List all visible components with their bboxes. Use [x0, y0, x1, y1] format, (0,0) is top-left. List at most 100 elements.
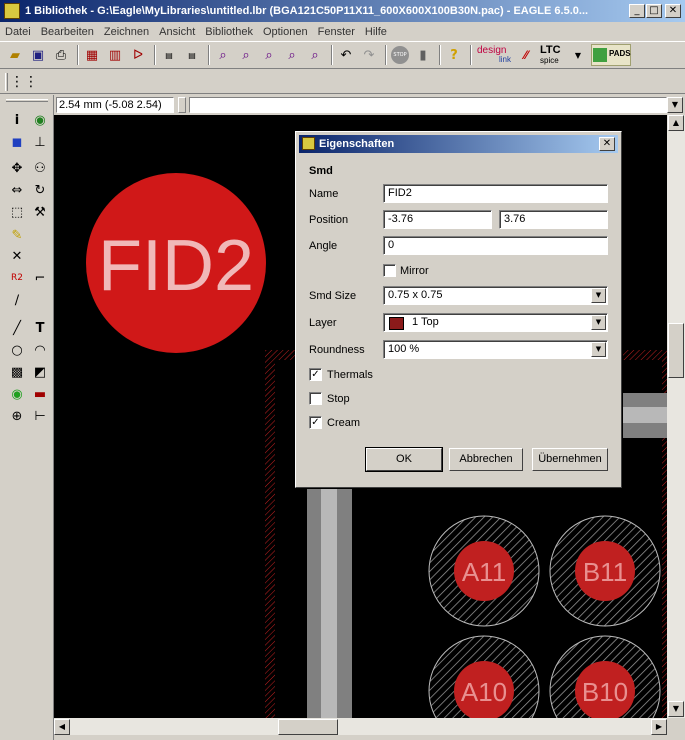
thermals-checkbox[interactable]: ✓: [309, 368, 322, 381]
script-icon[interactable]: ▤: [159, 45, 179, 65]
layer-dropdown-arrow-icon[interactable]: ▼: [591, 315, 606, 330]
silk-bar-right-highlight: [622, 407, 667, 423]
cancel-button[interactable]: Abbrechen: [449, 448, 523, 471]
roundness-dropdown-arrow-icon[interactable]: ▼: [591, 342, 606, 357]
delete-icon[interactable]: ✕: [8, 247, 26, 265]
stop-icon[interactable]: STOP: [390, 45, 410, 65]
grid-icon[interactable]: ⋮⋮: [10, 72, 38, 92]
layer-select[interactable]: 1 Top ▼: [383, 313, 608, 332]
cream-checkbox[interactable]: ✓: [309, 416, 322, 429]
arc-icon[interactable]: ◠: [31, 341, 49, 359]
mark-icon[interactable]: ⊥: [31, 133, 49, 151]
horizontal-scroll-thumb[interactable]: [278, 719, 338, 735]
menu-bibliothek[interactable]: Bibliothek: [200, 26, 258, 38]
dialog-title-bar[interactable]: Eigenschaften ✕: [299, 135, 618, 153]
mirror-checkbox[interactable]: [383, 264, 396, 277]
change-icon[interactable]: ⚒: [31, 203, 49, 221]
apply-button[interactable]: Übernehmen: [532, 448, 608, 471]
mirror-icon[interactable]: ⇔: [8, 181, 26, 199]
gate-icon[interactable]: ᐅ: [128, 45, 148, 65]
scroll-down-arrow-icon[interactable]: ▼: [668, 701, 684, 717]
ok-button[interactable]: OK: [365, 447, 443, 472]
position-x-field[interactable]: -3.76: [383, 210, 492, 229]
name-field[interactable]: FID2: [383, 184, 608, 203]
hole-icon[interactable]: ⊕: [8, 407, 26, 425]
text-icon[interactable]: T: [31, 319, 49, 337]
eagle-main-window: 1 Bibliothek - G:\Eagle\MyLibraries\unti…: [0, 0, 685, 740]
smd-icon[interactable]: ▬: [31, 385, 49, 403]
show-icon[interactable]: ◉: [31, 111, 49, 129]
wire-icon[interactable]: ╱: [8, 319, 26, 337]
title-bar[interactable]: 1 Bibliothek - G:\Eagle\MyLibraries\unti…: [0, 0, 685, 22]
designlink-button[interactable]: design link: [475, 44, 519, 66]
cmd-splitter[interactable]: [178, 97, 186, 113]
pads-button[interactable]: PADS: [591, 44, 631, 66]
smd-size-label: Smd Size: [309, 290, 357, 302]
scroll-up-arrow-icon[interactable]: ▲: [668, 115, 684, 131]
position-y-field[interactable]: 3.76: [499, 210, 608, 229]
name-value-icon[interactable]: R2: [8, 269, 26, 287]
size-grip[interactable]: [667, 718, 685, 735]
redo-icon[interactable]: ↷: [359, 45, 379, 65]
close-button[interactable]: ✕: [665, 4, 681, 18]
toolbar-separator: [439, 45, 441, 65]
paste-icon[interactable]: ✎: [8, 226, 26, 244]
command-input[interactable]: [189, 97, 667, 113]
minimize-button[interactable]: _: [629, 4, 645, 18]
eagle-app-icon: [4, 3, 20, 19]
ulp-icon[interactable]: ▤: [182, 45, 202, 65]
command-dropdown-arrow-icon[interactable]: ▼: [667, 97, 683, 113]
copy-icon[interactable]: ⚇: [31, 159, 49, 177]
horizontal-scrollbar[interactable]: ◀ ▶: [54, 718, 667, 735]
menu-ansicht[interactable]: Ansicht: [154, 26, 200, 38]
roundness-select[interactable]: 100 % ▼: [383, 340, 608, 359]
undo-icon[interactable]: ↶: [336, 45, 356, 65]
go-icon[interactable]: ▮: [413, 45, 433, 65]
scroll-right-arrow-icon[interactable]: ▶: [651, 719, 667, 735]
smd-size-dropdown-arrow-icon[interactable]: ▼: [591, 288, 606, 303]
zoom-fit-icon[interactable]: ⌕: [213, 45, 233, 65]
schematic-icon[interactable]: ▥: [105, 45, 125, 65]
dialog-close-icon[interactable]: ✕: [599, 137, 615, 151]
save-icon[interactable]: ▣: [28, 45, 48, 65]
vertical-scrollbar[interactable]: ▲ ▼: [667, 115, 685, 718]
pad-icon[interactable]: ◉: [8, 385, 26, 403]
vertical-scroll-thumb[interactable]: [668, 323, 684, 378]
menu-datei[interactable]: Datei: [0, 26, 36, 38]
maximize-button[interactable]: □: [646, 4, 662, 18]
section-heading: Smd: [309, 165, 333, 177]
position-label: Position: [309, 214, 349, 226]
display-icon[interactable]: ◼: [8, 133, 26, 151]
zoom-select-icon[interactable]: ⌕: [305, 45, 325, 65]
move-icon[interactable]: ✥: [8, 159, 26, 177]
angle-field[interactable]: 0: [383, 236, 608, 255]
zoom-out-icon[interactable]: ⌕: [259, 45, 279, 65]
stop-checkbox[interactable]: [309, 392, 322, 405]
rect-icon[interactable]: ▩: [8, 363, 26, 381]
board-icon[interactable]: ▦: [82, 45, 102, 65]
smd-size-select[interactable]: 0.75 x 0.75 ▼: [383, 286, 608, 305]
miter-icon[interactable]: ⌐: [31, 269, 49, 287]
split-icon[interactable]: ∕: [8, 291, 26, 309]
group-icon[interactable]: ⬚: [8, 203, 26, 221]
menu-hilfe[interactable]: Hilfe: [360, 26, 392, 38]
info-icon[interactable]: i: [8, 111, 26, 129]
roundness-label: Roundness: [309, 344, 365, 356]
help-icon[interactable]: ?: [444, 45, 464, 65]
menu-optionen[interactable]: Optionen: [258, 26, 313, 38]
dropdown-arrow-icon[interactable]: ▼: [568, 45, 588, 65]
scroll-left-arrow-icon[interactable]: ◀: [54, 719, 70, 735]
zoom-in-icon[interactable]: ⌕: [236, 45, 256, 65]
print-icon[interactable]: ⎙: [51, 45, 71, 65]
open-icon[interactable]: ▰: [5, 45, 25, 65]
polygon-icon[interactable]: ◩: [31, 363, 49, 381]
menu-zeichnen[interactable]: Zeichnen: [99, 26, 154, 38]
rotate-icon[interactable]: ↻: [31, 181, 49, 199]
menu-fenster[interactable]: Fenster: [313, 26, 360, 38]
circle-icon[interactable]: ○: [8, 341, 26, 359]
menu-bearbeiten[interactable]: Bearbeiten: [36, 26, 99, 38]
zoom-redraw-icon[interactable]: ⌕: [282, 45, 302, 65]
ltcspice-button[interactable]: ⁄⁄ LTC spice: [522, 44, 568, 66]
dimension-icon[interactable]: ⊢: [31, 407, 49, 425]
main-toolbar: ▰ ▣ ⎙ ▦ ▥ ᐅ ▤ ▤ ⌕ ⌕ ⌕ ⌕ ⌕ ↶ ↷ STOP ▮ ? d…: [0, 41, 685, 69]
